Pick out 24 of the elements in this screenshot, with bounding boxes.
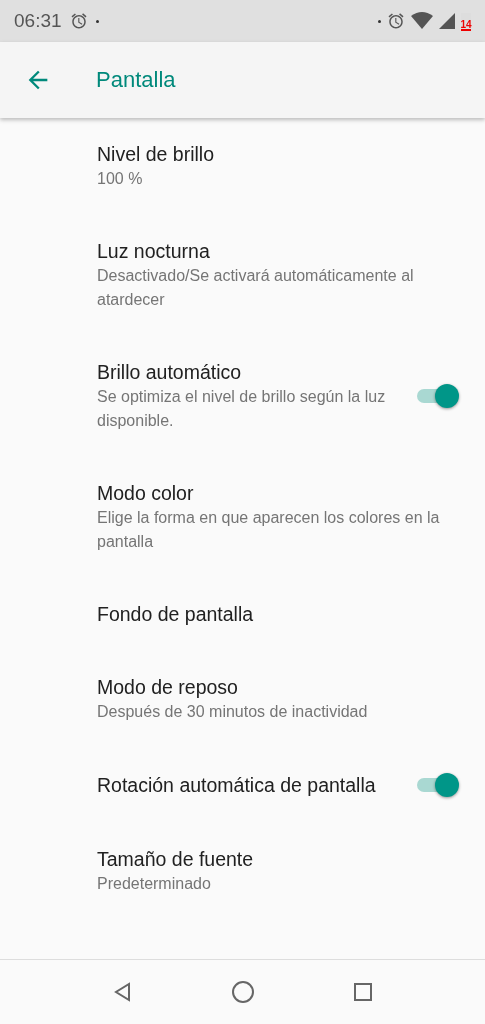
setting-summary: Después de 30 minutos de inactividad xyxy=(97,702,369,722)
setting-summary: 100 % xyxy=(97,169,144,189)
setting-title[interactable]: Luz nocturna xyxy=(97,238,459,264)
setting-title[interactable]: Rotación automática de pantalla xyxy=(97,772,413,798)
notification-dot-icon xyxy=(95,19,99,23)
setting-summary: Se optimiza el nivel de brillo según la luz disponible. xyxy=(97,387,387,431)
alarm-icon xyxy=(387,12,405,30)
setting-summary: Elige la forma en que aparecen los colores en la pantalla xyxy=(97,508,441,552)
setting-title[interactable]: Tamaño de fuente xyxy=(97,846,459,872)
setting-summary: Predeterminado xyxy=(97,874,212,894)
signal-icon xyxy=(439,13,455,29)
battery-level: 14 xyxy=(460,19,472,31)
clock-time: 06:31 xyxy=(14,10,62,32)
setting-title[interactable]: Fondo de pantalla xyxy=(97,601,459,627)
setting-title[interactable]: Modo color xyxy=(97,480,459,506)
setting-summary: Desactivado/Se activará automáticamente al atardecer xyxy=(97,266,415,310)
home-icon[interactable] xyxy=(230,980,255,1004)
alarm-icon xyxy=(69,12,88,30)
setting-title[interactable]: Nivel de brillo xyxy=(97,141,459,167)
wifi-icon xyxy=(411,12,433,30)
setting-title[interactable]: Modo de reposo xyxy=(97,674,459,700)
screen-title: Pantalla xyxy=(96,67,176,93)
notification-dot-icon xyxy=(378,19,381,23)
setting-title[interactable]: Brillo automático xyxy=(97,359,413,385)
